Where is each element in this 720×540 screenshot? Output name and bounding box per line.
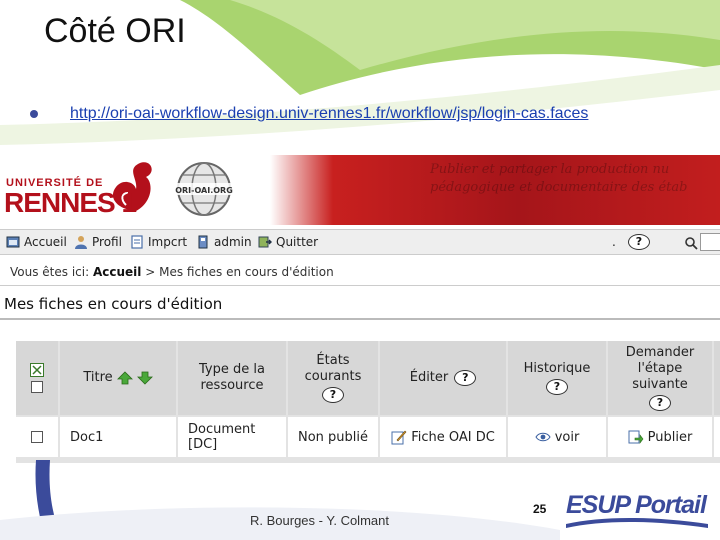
menu-item-label: Accueil	[24, 235, 67, 249]
uncheck-all-checkbox[interactable]	[31, 381, 43, 393]
cell-editer-label: Fiche OAI DC	[411, 429, 495, 445]
quit-icon	[258, 236, 272, 248]
user-icon	[75, 236, 87, 249]
banner-tagline: Publier et partager la production nu péd…	[430, 161, 687, 197]
slide-title: Côté ORI	[44, 12, 186, 50]
breadcrumb-home-link[interactable]: Accueil	[93, 265, 141, 279]
menu-dot: .	[612, 235, 616, 249]
edit-record-link[interactable]: Fiche OAI DC	[380, 417, 506, 457]
menu-item-admin[interactable]: admin	[196, 235, 252, 249]
menu-item-quitter[interactable]: Quitter	[258, 235, 318, 249]
cell-extra	[714, 417, 720, 457]
esup-portail-text: ESUP Portail	[566, 491, 707, 519]
app-banner: UNIVERSITÉ DE RENNES 1 ORI-OAI.ORG Publi…	[0, 155, 720, 225]
cell-etat: Non publié	[288, 417, 378, 457]
row-select-cell	[16, 417, 58, 457]
menu-item-label: Profil	[92, 235, 122, 249]
menu-item-label: Impcrt	[148, 235, 188, 249]
records-table: Titre Type de la ressource États courant…	[16, 341, 720, 463]
import-icon	[131, 235, 143, 249]
eye-icon	[535, 432, 551, 442]
search-icon	[685, 237, 698, 250]
menu-item-profil[interactable]: Profil	[74, 235, 122, 249]
menu-item-label: admin	[214, 235, 252, 249]
esup-portail-logo: ESUP Portail	[562, 490, 712, 530]
breadcrumb-prefix: Vous êtes ici:	[10, 265, 90, 279]
help-icon[interactable]: ?	[322, 387, 344, 403]
column-header-label: Historique	[523, 361, 591, 376]
select-all-cell	[16, 341, 58, 415]
page-number: 25	[533, 502, 547, 516]
publish-button[interactable]: Publier	[608, 417, 712, 457]
column-header-editer: Éditer ?	[380, 341, 506, 415]
banner-tagline-line2: pédagogique et documentaire des étab	[430, 180, 688, 195]
help-button[interactable]: ?	[628, 234, 650, 250]
column-header-titre: Titre	[60, 341, 176, 415]
edit-icon	[391, 430, 407, 445]
cell-titre[interactable]: Doc1	[60, 417, 176, 457]
menu-item-import[interactable]: Impcrt	[130, 235, 187, 249]
publish-icon	[628, 430, 644, 444]
top-menu-bar: Accueil Profil Impcrt admin Quitter . ?	[0, 229, 720, 255]
title-divider	[0, 318, 720, 320]
cell-historique-label: voir	[554, 429, 580, 445]
breadcrumb-divider	[0, 285, 720, 286]
column-header-historique: Historique ?	[508, 341, 606, 415]
view-history-link[interactable]: voir	[508, 417, 606, 457]
cell-type: Document [DC]	[178, 417, 286, 457]
column-header-demander: Demander l'étape suivante ?	[608, 341, 712, 415]
footer-author: R. Bourges - Y. Colmant	[250, 513, 389, 528]
admin-icon	[198, 235, 208, 249]
sort-down-icon[interactable]	[136, 371, 153, 385]
workflow-login-link[interactable]: http://ori-oai-workflow-design.univ-renn…	[70, 105, 588, 123]
row-checkbox[interactable]	[31, 431, 43, 443]
menu-item-label: Quitter	[276, 235, 319, 249]
column-header-label: États courants	[304, 353, 362, 384]
banner-tagline-line1: Publier et partager la production nu	[430, 162, 670, 177]
page-title: Mes fiches en cours d'édition	[4, 295, 223, 313]
ori-oai-logo-text: ORI-OAI.ORG	[175, 186, 233, 195]
bullet-icon	[30, 110, 38, 118]
column-header-extra	[714, 341, 720, 415]
help-icon: ?	[628, 234, 650, 250]
workflow-app-screenshot: UNIVERSITÉ DE RENNES 1 ORI-OAI.ORG Publi…	[0, 155, 720, 463]
sort-up-icon[interactable]	[116, 371, 133, 385]
university-line2: RENNES 1	[4, 187, 137, 218]
ori-oai-globe-logo-icon: ORI-OAI.ORG	[174, 162, 234, 216]
column-header-etats: États courants ?	[288, 341, 378, 415]
help-icon[interactable]: ?	[454, 370, 477, 386]
menu-item-accueil[interactable]: Accueil	[6, 235, 67, 249]
search-input[interactable]	[700, 233, 720, 251]
column-header-label: Titre	[83, 370, 113, 385]
column-header-label: Demander l'étape suivante	[625, 345, 695, 392]
help-icon[interactable]: ?	[649, 395, 671, 411]
cell-action-label: Publier	[647, 429, 693, 445]
breadcrumb-current: > Mes fiches en cours d'édition	[145, 265, 334, 279]
help-icon[interactable]: ?	[546, 379, 568, 395]
column-header-label: Éditer	[409, 370, 449, 385]
check-all-icon[interactable]	[30, 363, 44, 377]
breadcrumb: Vous êtes ici: Accueil > Mes fiches en c…	[10, 265, 334, 279]
home-icon	[6, 236, 20, 248]
column-header-type: Type de la ressource	[178, 341, 286, 415]
